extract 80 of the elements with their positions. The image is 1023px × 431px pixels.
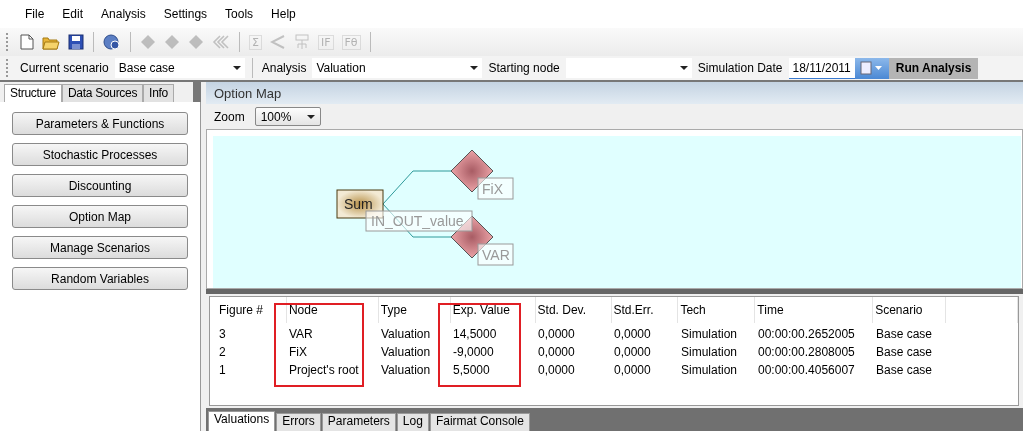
grip-icon	[6, 59, 10, 77]
column-header[interactable]: Time	[755, 297, 874, 323]
bottom-tab[interactable]: Parameters	[321, 413, 396, 431]
bottom-tab[interactable]: Errors	[276, 413, 321, 431]
table-cell-text: 00:00:00.2652005	[757, 327, 856, 341]
panel-tab[interactable]: Structure	[4, 84, 62, 102]
table-cell-text: 14,5000	[452, 327, 498, 341]
menu-item[interactable]: Tools	[218, 7, 261, 21]
table-cell-text: Base case	[875, 363, 934, 377]
nav-button[interactable]: Discounting	[12, 174, 188, 197]
panel-tab[interactable]: Data Sources	[62, 84, 144, 102]
zoom-label: Zoom	[213, 109, 246, 124]
table-cell-text: 0,0000	[613, 363, 652, 377]
table-cell-text: 5,5000	[452, 363, 491, 377]
column-header[interactable]: Std.Err.	[611, 297, 679, 323]
column-header[interactable]: Figure #	[217, 297, 287, 323]
starting-node-label: Starting node	[487, 61, 561, 75]
table-cell-text: 0,0000	[537, 345, 576, 359]
caret-icon	[470, 66, 479, 70]
table-cell-text: Project's root	[288, 363, 360, 377]
table-cell-text: VAR	[288, 327, 314, 341]
scenario-dropdown[interactable]: Base case	[114, 58, 245, 78]
connector-line	[382, 170, 452, 205]
document-icon[interactable]	[18, 33, 36, 51]
table-cell-text: -9,0000	[452, 345, 495, 359]
scenario-label: Current scenario	[19, 61, 110, 75]
table-cell-text: Valuation	[380, 327, 432, 341]
bottom-tab[interactable]: Valuations	[208, 411, 276, 431]
simulation-date-label: Simulation Date	[696, 61, 784, 75]
caret-icon	[232, 66, 241, 70]
panel-header: Option Map	[206, 82, 1023, 104]
table-cell-text: 00:00:00.2808005	[757, 345, 856, 359]
table-cell-text: 0,0000	[537, 363, 576, 377]
menu-item[interactable]: Help	[264, 7, 303, 21]
nav-button[interactable]: Parameters & Functions	[12, 112, 188, 135]
table-cell-text: Base case	[875, 345, 934, 359]
caret-icon	[306, 114, 315, 119]
table-cell-text: 0,0000	[613, 345, 652, 359]
column-header[interactable]: Tech	[678, 297, 756, 323]
analysis-label: Analysis	[260, 61, 308, 75]
zoom-dropdown[interactable]: 100%	[254, 107, 321, 126]
menu-item[interactable]: Settings	[156, 7, 215, 21]
node-label: VAR	[477, 243, 514, 266]
table-cell-text: 00:00:00.4056007	[757, 363, 856, 377]
table-cell-text: 0,0000	[613, 327, 652, 341]
table-cell-text: Simulation	[680, 345, 739, 359]
column-header[interactable]: Std. Dev.	[535, 297, 612, 323]
panel-tab[interactable]: Info	[143, 84, 174, 102]
table-cell-text: 0,0000	[537, 327, 576, 341]
table-cell-text: Valuation	[380, 363, 432, 377]
nav-button[interactable]: Option Map	[12, 205, 188, 228]
nav-button[interactable]: Manage Scenarios	[12, 236, 188, 259]
table-cell-text: Base case	[875, 327, 934, 341]
analysis-dropdown[interactable]: Valuation	[312, 58, 483, 78]
column-header[interactable]: Scenario	[873, 297, 947, 323]
menu-item[interactable]: Analysis	[94, 7, 153, 21]
column-header[interactable]: Exp. Value	[450, 297, 536, 323]
bottom-tab[interactable]: Log	[396, 413, 429, 431]
menu-item[interactable]: File	[18, 7, 52, 21]
column-header[interactable]: Type	[378, 297, 451, 323]
starting-node-dropdown[interactable]	[565, 58, 692, 78]
grip-icon	[6, 33, 10, 51]
menu-item[interactable]: Edit	[55, 7, 91, 21]
table-cell-text: 2	[218, 345, 227, 359]
table-cell-text: 3	[218, 327, 227, 341]
table-cell-text: Simulation	[680, 363, 739, 377]
calendar-button[interactable]	[854, 57, 889, 79]
run-analysis-button[interactable]: Run Analysis	[888, 57, 979, 79]
table-cell-text: 1	[218, 363, 227, 377]
bottom-tab[interactable]: Fairmat Console	[429, 413, 530, 431]
table-cell-text: FiX	[288, 345, 308, 359]
edge-label: IN_OUT_value	[365, 210, 473, 232]
nav-button[interactable]: Random Variables	[12, 267, 188, 290]
caret-icon	[679, 66, 688, 70]
table-cell-text: Simulation	[680, 327, 739, 341]
date-field[interactable]: 18/11/2011	[788, 57, 855, 79]
node-label: FiX	[477, 177, 514, 200]
table-cell-text: Valuation	[380, 345, 432, 359]
column-header[interactable]: Node	[286, 297, 379, 323]
nav-button[interactable]: Stochastic Processes	[12, 143, 188, 166]
